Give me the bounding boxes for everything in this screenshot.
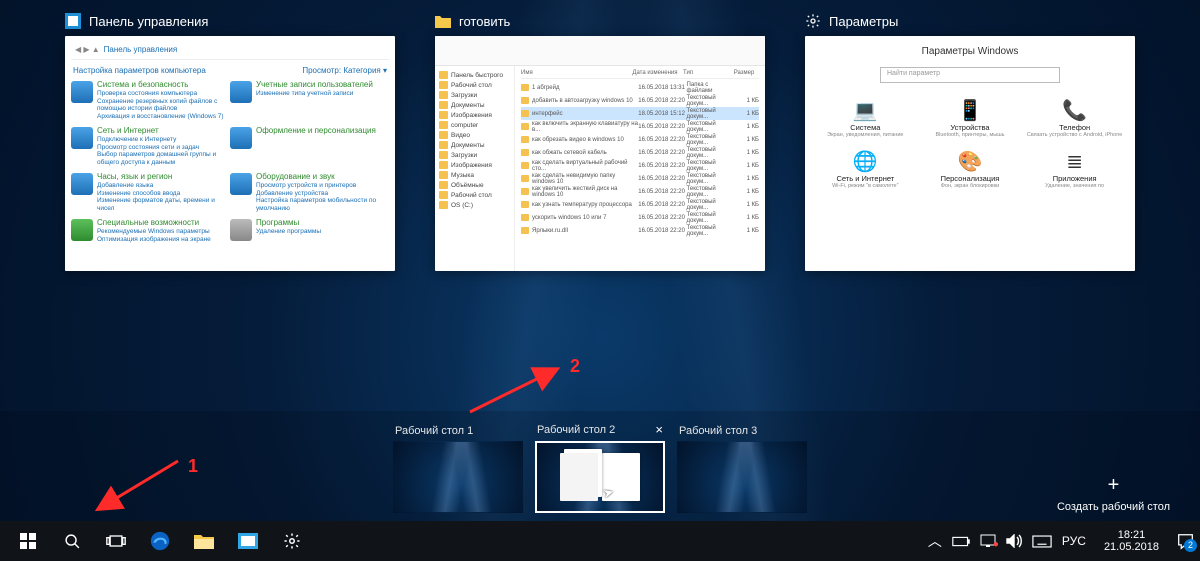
- virtual-desktop[interactable]: Рабочий стол 3: [677, 425, 807, 513]
- thumbnail-settings[interactable]: Параметры Windows Найти параметр 💻Систем…: [805, 36, 1135, 271]
- window-title: готовить: [459, 14, 510, 29]
- settings-taskbar-button[interactable]: [270, 521, 314, 561]
- virtual-desktop[interactable]: Рабочий стол 1: [393, 425, 523, 513]
- control-panel-icon: [65, 13, 81, 29]
- window-control-panel[interactable]: Панель управления ◀ ▶ ▲ Панель управлени…: [65, 12, 395, 271]
- virtual-desktops-strip: Рабочий стол 1 Рабочий стол 2× ➤Рабочий …: [0, 411, 1200, 521]
- virtual-desktop[interactable]: Рабочий стол 2× ➤: [535, 422, 665, 513]
- new-desktop-button[interactable]: + Создать рабочий стол: [1057, 474, 1170, 513]
- tray-chevron-icon[interactable]: ︿: [928, 531, 942, 551]
- window-settings[interactable]: Параметры Параметры Windows Найти параме…: [805, 12, 1135, 271]
- clock[interactable]: 18:21 21.05.2018: [1104, 529, 1159, 553]
- thumbnail-explorer[interactable]: Панель быстрогоРабочий столЗагрузкиДокум…: [435, 36, 765, 271]
- action-center-icon[interactable]: 2: [1177, 533, 1194, 550]
- keyboard-icon[interactable]: [1032, 535, 1052, 548]
- window-title: Панель управления: [89, 14, 208, 29]
- taskbar: ︿ ● РУС 18:21 21.05.2018 2: [0, 521, 1200, 561]
- close-icon[interactable]: ×: [655, 422, 663, 437]
- task-view-button[interactable]: [94, 521, 138, 561]
- plus-icon: +: [1057, 474, 1170, 497]
- folder-icon: [435, 13, 451, 29]
- annotation-label-2: 2: [570, 356, 580, 377]
- explorer-button[interactable]: [182, 521, 226, 561]
- language-indicator[interactable]: РУС: [1062, 534, 1086, 548]
- start-button[interactable]: [6, 521, 50, 561]
- battery-icon[interactable]: [952, 536, 970, 547]
- window-title: Параметры: [829, 14, 898, 29]
- task-view-windows: Панель управления ◀ ▶ ▲ Панель управлени…: [0, 0, 1200, 271]
- app-button[interactable]: [226, 521, 270, 561]
- gear-icon: [805, 13, 821, 29]
- volume-icon[interactable]: [1006, 534, 1022, 548]
- search-button[interactable]: [50, 521, 94, 561]
- annotation-label-1: 1: [188, 456, 198, 477]
- edge-button[interactable]: [138, 521, 182, 561]
- network-icon[interactable]: ●: [980, 534, 996, 548]
- window-explorer[interactable]: готовить Панель быстрогоРабочий столЗагр…: [435, 12, 765, 271]
- thumbnail-control-panel[interactable]: ◀ ▶ ▲ Панель управления Настройка параме…: [65, 36, 395, 271]
- settings-search: Найти параметр: [880, 67, 1060, 83]
